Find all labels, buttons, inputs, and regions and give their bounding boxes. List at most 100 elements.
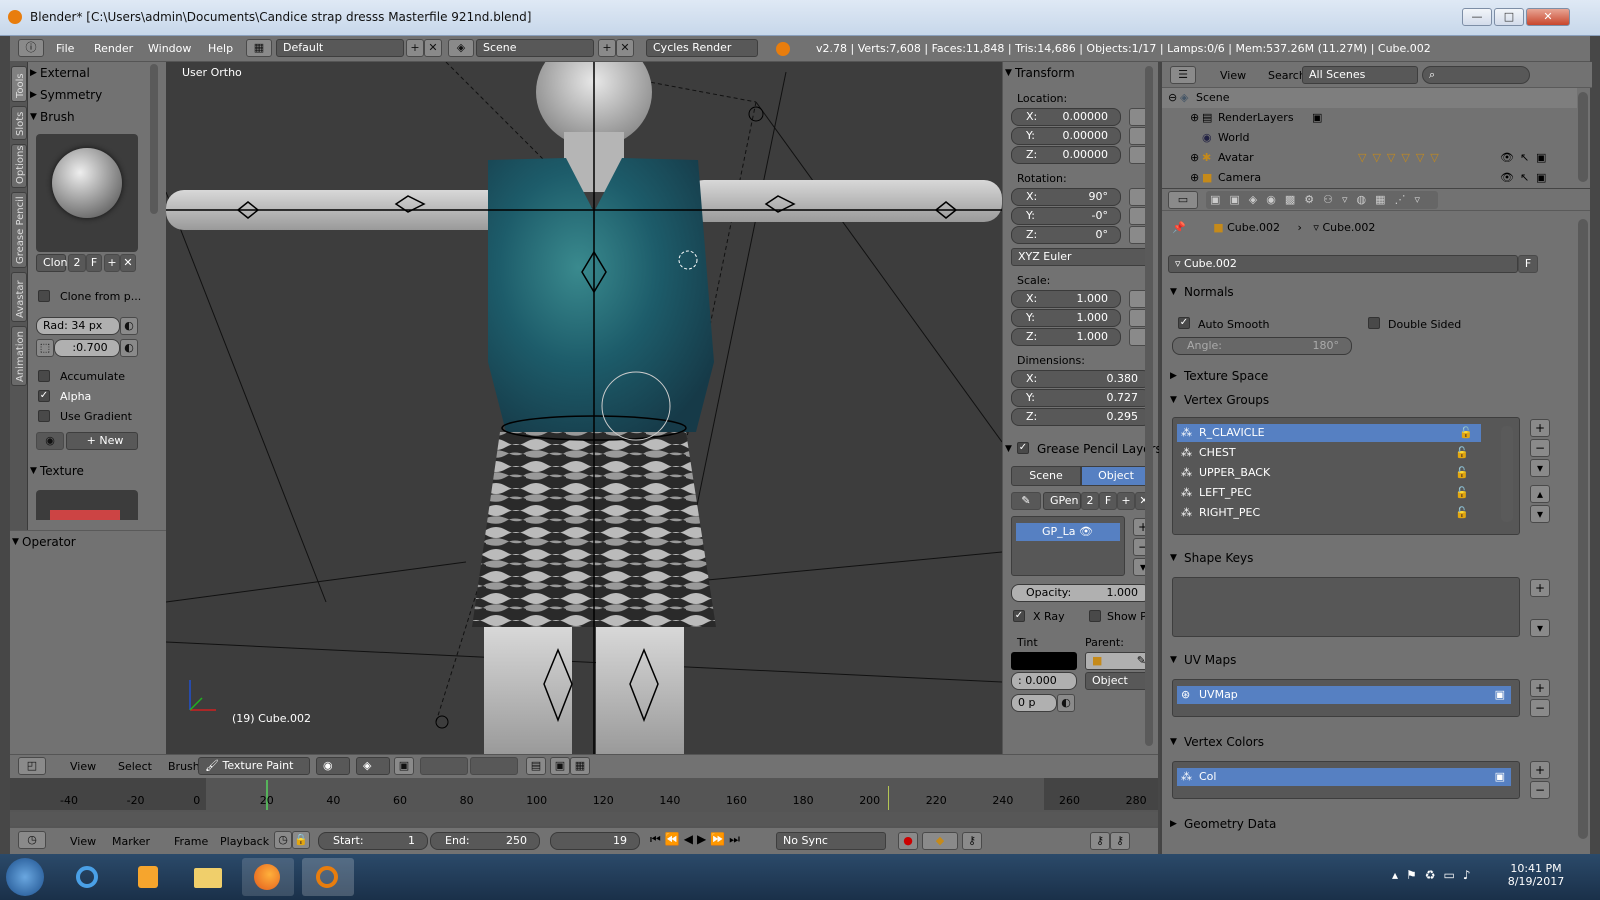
editor-type-3d-icon[interactable]: ◰ — [18, 757, 46, 775]
panel-texture-space[interactable]: ▶ Texture Space — [1168, 365, 1556, 387]
timeline-scrollbar[interactable] — [10, 812, 1158, 826]
angle-field[interactable]: Angle: 180° — [1172, 337, 1352, 355]
remove-uv-map-button[interactable]: − — [1530, 699, 1550, 717]
render-camera-icon[interactable]: ▣ — [1536, 168, 1546, 188]
mode-select[interactable]: 🖌 Texture Paint — [198, 757, 310, 775]
remove-layout-icon[interactable]: ✕ — [424, 39, 442, 57]
panel-vertex-colors[interactable]: ▼ Vertex Colors — [1168, 731, 1556, 753]
toolshelf-scrollbar[interactable] — [150, 64, 158, 214]
visibility-eye-icon[interactable]: 👁 — [1500, 148, 1514, 168]
panel-symmetry[interactable]: ▶ Symmetry — [28, 84, 166, 106]
panel-operator[interactable]: ▼ Operator — [10, 531, 148, 553]
radius-slider[interactable]: Rad: 34 px — [36, 317, 120, 335]
panel-grease-pencil-layers[interactable]: ▼ ✓ Grease Pencil Layers — [1003, 438, 1159, 460]
add-uv-map-button[interactable]: + — [1530, 679, 1550, 697]
npanel-scrollbar[interactable] — [1145, 66, 1153, 746]
brush-fake-user[interactable]: F — [86, 254, 102, 272]
insert-keyframe-icon[interactable]: ⚷ — [1090, 832, 1110, 850]
pencil-icon[interactable]: ✎ — [1011, 492, 1041, 510]
delete-keyframe-icon[interactable]: ⚷ — [1110, 832, 1130, 850]
remove-vertex-group-button[interactable]: − — [1530, 439, 1550, 457]
end-frame-field[interactable]: End: 250 — [430, 832, 540, 850]
tab-options[interactable]: Options — [11, 144, 27, 188]
face-mask-icon[interactable]: ▣ — [394, 757, 414, 775]
tab-grease-pencil[interactable]: Grease Pencil — [11, 192, 27, 268]
scale-z-field[interactable]: Z: 1.000 — [1011, 328, 1121, 346]
strength-slider[interactable]: :0.700 — [54, 339, 120, 357]
timeline-menu-marker[interactable]: Marker — [112, 835, 150, 848]
dimension-y-field[interactable]: Y: 0.727 — [1011, 389, 1151, 407]
brush-users[interactable]: 2 — [68, 254, 86, 272]
minimize-button[interactable]: — — [1462, 8, 1492, 26]
add-vertex-group-button[interactable]: + — [1530, 419, 1550, 437]
gpen-fake-user[interactable]: F — [1099, 492, 1117, 510]
render-camera-icon[interactable]: ▣ — [1495, 768, 1505, 786]
expand-icon[interactable]: ⊕ — [1190, 108, 1199, 128]
lock-icon[interactable]: 🔓 — [1459, 424, 1473, 442]
location-z-field[interactable]: Z: 0.00000 — [1011, 146, 1121, 164]
list-item[interactable]: ⁂ LEFT_PEC 🔓 — [1177, 484, 1477, 502]
thickness-field[interactable]: 0 p — [1011, 694, 1057, 712]
strength-lock-icon[interactable]: ⬚ — [36, 339, 54, 357]
start-button-icon[interactable] — [6, 858, 44, 896]
firefox-icon[interactable] — [242, 858, 294, 896]
timeline-menu-playback[interactable]: Playback — [220, 835, 269, 848]
add-layout-icon[interactable]: + — [406, 39, 424, 57]
outliner-row-camera[interactable]: ⊕ ■ Camera 👁 ↖ ▣ — [1162, 168, 1577, 188]
menu-help[interactable]: Help — [208, 42, 233, 55]
layers-widget-1[interactable] — [420, 757, 468, 775]
list-item[interactable]: ⊛ UVMap ▣ — [1177, 686, 1511, 704]
render-animation-icon[interactable]: ▦ — [570, 757, 590, 775]
panel-brush[interactable]: ▼ Brush — [28, 106, 166, 128]
render-camera-icon[interactable]: ▣ — [1536, 148, 1546, 168]
panel-external[interactable]: ▶ External — [28, 62, 166, 84]
outliner-menu-view[interactable]: View — [1220, 69, 1246, 82]
location-y-field[interactable]: Y: 0.00000 — [1011, 127, 1121, 145]
list-item[interactable]: ⁂ Col ▣ — [1177, 768, 1511, 786]
gp-layer-item[interactable]: GP_La 👁 — [1016, 523, 1120, 541]
vertex-group-scrollbar[interactable] — [1501, 426, 1513, 522]
lock-icon[interactable]: 🔓 — [1455, 444, 1469, 462]
menu-window[interactable]: Window — [148, 42, 191, 55]
location-x-field[interactable]: X: 0.00000 — [1011, 108, 1121, 126]
tab-slots[interactable]: Slots — [11, 106, 27, 140]
menu-file[interactable]: File — [56, 42, 74, 55]
panel-geometry-data[interactable]: ▶ Geometry Data — [1168, 813, 1556, 835]
remove-vertex-color-button[interactable]: − — [1530, 781, 1550, 799]
strength-pressure-icon[interactable]: ◐ — [120, 339, 138, 357]
shape-key-specials-button[interactable]: ▾ — [1530, 619, 1550, 637]
add-scene-icon[interactable]: + — [598, 39, 616, 57]
record-icon[interactable]: ● — [898, 832, 918, 850]
lock-icon[interactable]: 🔓 — [1455, 484, 1469, 502]
list-item[interactable]: ⁂ RIGHT_PEC 🔓 — [1177, 504, 1477, 522]
screen-layout-icon[interactable]: ▦ — [246, 39, 272, 57]
lock-range-icon[interactable]: 🔒 — [292, 831, 310, 849]
tab-tools[interactable]: Tools — [11, 66, 27, 102]
outliner-menu-search[interactable]: Search — [1268, 69, 1306, 82]
xray-checkbox[interactable]: ✓ — [1013, 610, 1025, 622]
add-gpen-icon[interactable]: + — [1117, 492, 1135, 510]
outliner-search-input[interactable]: ⌕ — [1422, 66, 1530, 84]
start-frame-field[interactable]: Start: 1 — [318, 832, 428, 850]
scale-x-field[interactable]: X: 1.000 — [1011, 290, 1121, 308]
tab-animation[interactable]: Animation — [11, 326, 27, 386]
scale-y-field[interactable]: Y: 1.000 — [1011, 309, 1121, 327]
radius-pressure-icon[interactable]: ◐ — [120, 317, 138, 335]
move-down-button[interactable]: ▾ — [1530, 505, 1550, 523]
render-opengl-icon[interactable]: ▣ — [550, 757, 570, 775]
alpha-checkbox[interactable]: ✓ — [38, 390, 50, 402]
vertex-group-list[interactable]: ⁂ R_CLAVICLE 🔓 ⁂ CHEST 🔓 ⁂ UPPER_BACK 🔓 ⁂ LEFT_… — [1172, 417, 1520, 535]
outliner-filter-select[interactable]: All Scenes — [1302, 66, 1418, 84]
lock-icon[interactable]: 🔓 — [1455, 504, 1469, 522]
properties-scrollbar[interactable] — [1578, 219, 1588, 839]
editor-type-info-icon[interactable]: ⓘ — [18, 39, 44, 57]
timeline-menu-frame[interactable]: Frame — [174, 835, 208, 848]
parent-type-select[interactable]: Object — [1085, 672, 1151, 690]
dimension-z-field[interactable]: Z: 0.295 — [1011, 408, 1151, 426]
mesh-fake-user[interactable]: F — [1518, 255, 1538, 273]
context-tab-strip[interactable]: ▣▣◈◉▩⚙⚇▿◍▦⋰▿ — [1206, 191, 1438, 209]
uv-map-list[interactable]: ⊛ UVMap ▣ — [1172, 679, 1520, 717]
render-camera-icon[interactable]: ▣ — [1495, 686, 1505, 704]
brush-name-field[interactable]: Clon — [36, 254, 67, 272]
rotation-mode-select[interactable]: XYZ Euler — [1011, 248, 1151, 266]
